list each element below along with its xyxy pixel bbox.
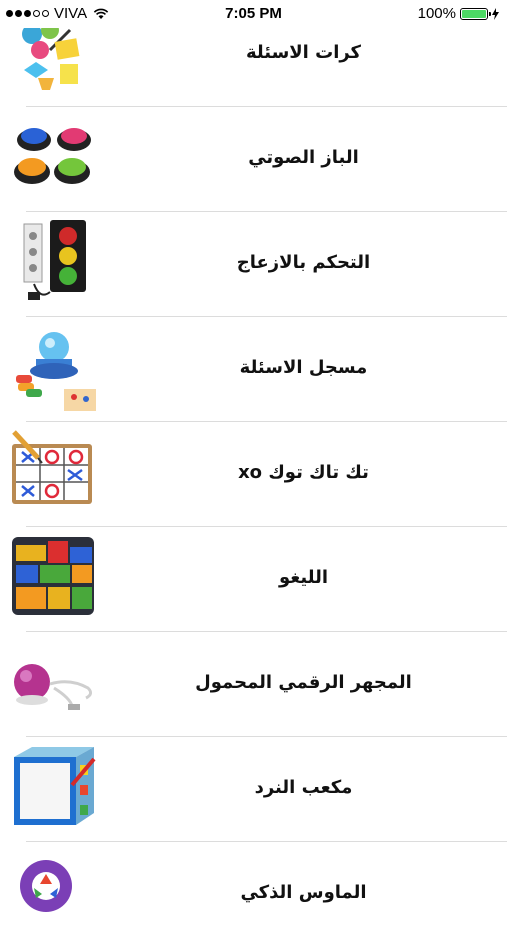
item-title: الباز الصوتي bbox=[248, 147, 359, 168]
item-title: تك تاك توك xo bbox=[238, 462, 369, 483]
question-recorder-icon bbox=[16, 332, 96, 411]
item-title: كرات الاسئلة bbox=[245, 42, 362, 63]
smart-mouse-icon bbox=[20, 860, 72, 912]
digital-microscope-icon bbox=[14, 664, 93, 710]
battery-status: 100% bbox=[418, 5, 499, 22]
item-title: مكعب النرد bbox=[254, 777, 353, 798]
battery-icon bbox=[460, 7, 491, 20]
list-item[interactable]: تك تاك توك xo bbox=[0, 422, 507, 527]
status-bar: VIVA 7:05 PM 100% bbox=[0, 0, 507, 28]
item-title: مسجل الاسئلة bbox=[239, 357, 368, 378]
lego-bricks-icon bbox=[12, 537, 94, 615]
item-title: التحكم بالازعاج bbox=[236, 252, 371, 273]
battery-percent: 100% bbox=[417, 5, 456, 22]
buzzer-buttons-icon bbox=[14, 128, 91, 184]
list-item[interactable]: الماوس الذكي bbox=[0, 842, 507, 947]
list-item[interactable]: مكعب النرد bbox=[0, 737, 507, 842]
tic-tac-toe-icon bbox=[12, 430, 92, 504]
item-title: الليغو bbox=[278, 567, 329, 588]
list-item[interactable]: مسجل الاسئلة bbox=[0, 317, 507, 422]
charging-bolt-icon bbox=[492, 7, 499, 20]
item-title: المجهر الرقمي المحمول bbox=[195, 672, 412, 693]
dice-cube-icon bbox=[14, 747, 96, 825]
traffic-light-icon bbox=[23, 220, 86, 300]
list-item[interactable]: المجهر الرقمي المحمول bbox=[0, 632, 507, 737]
list-item[interactable]: الليغو bbox=[0, 527, 507, 632]
list-item[interactable]: الباز الصوتي bbox=[0, 107, 507, 212]
list-item[interactable]: التحكم بالازعاج bbox=[0, 212, 507, 317]
question-balls-icon bbox=[22, 21, 80, 90]
